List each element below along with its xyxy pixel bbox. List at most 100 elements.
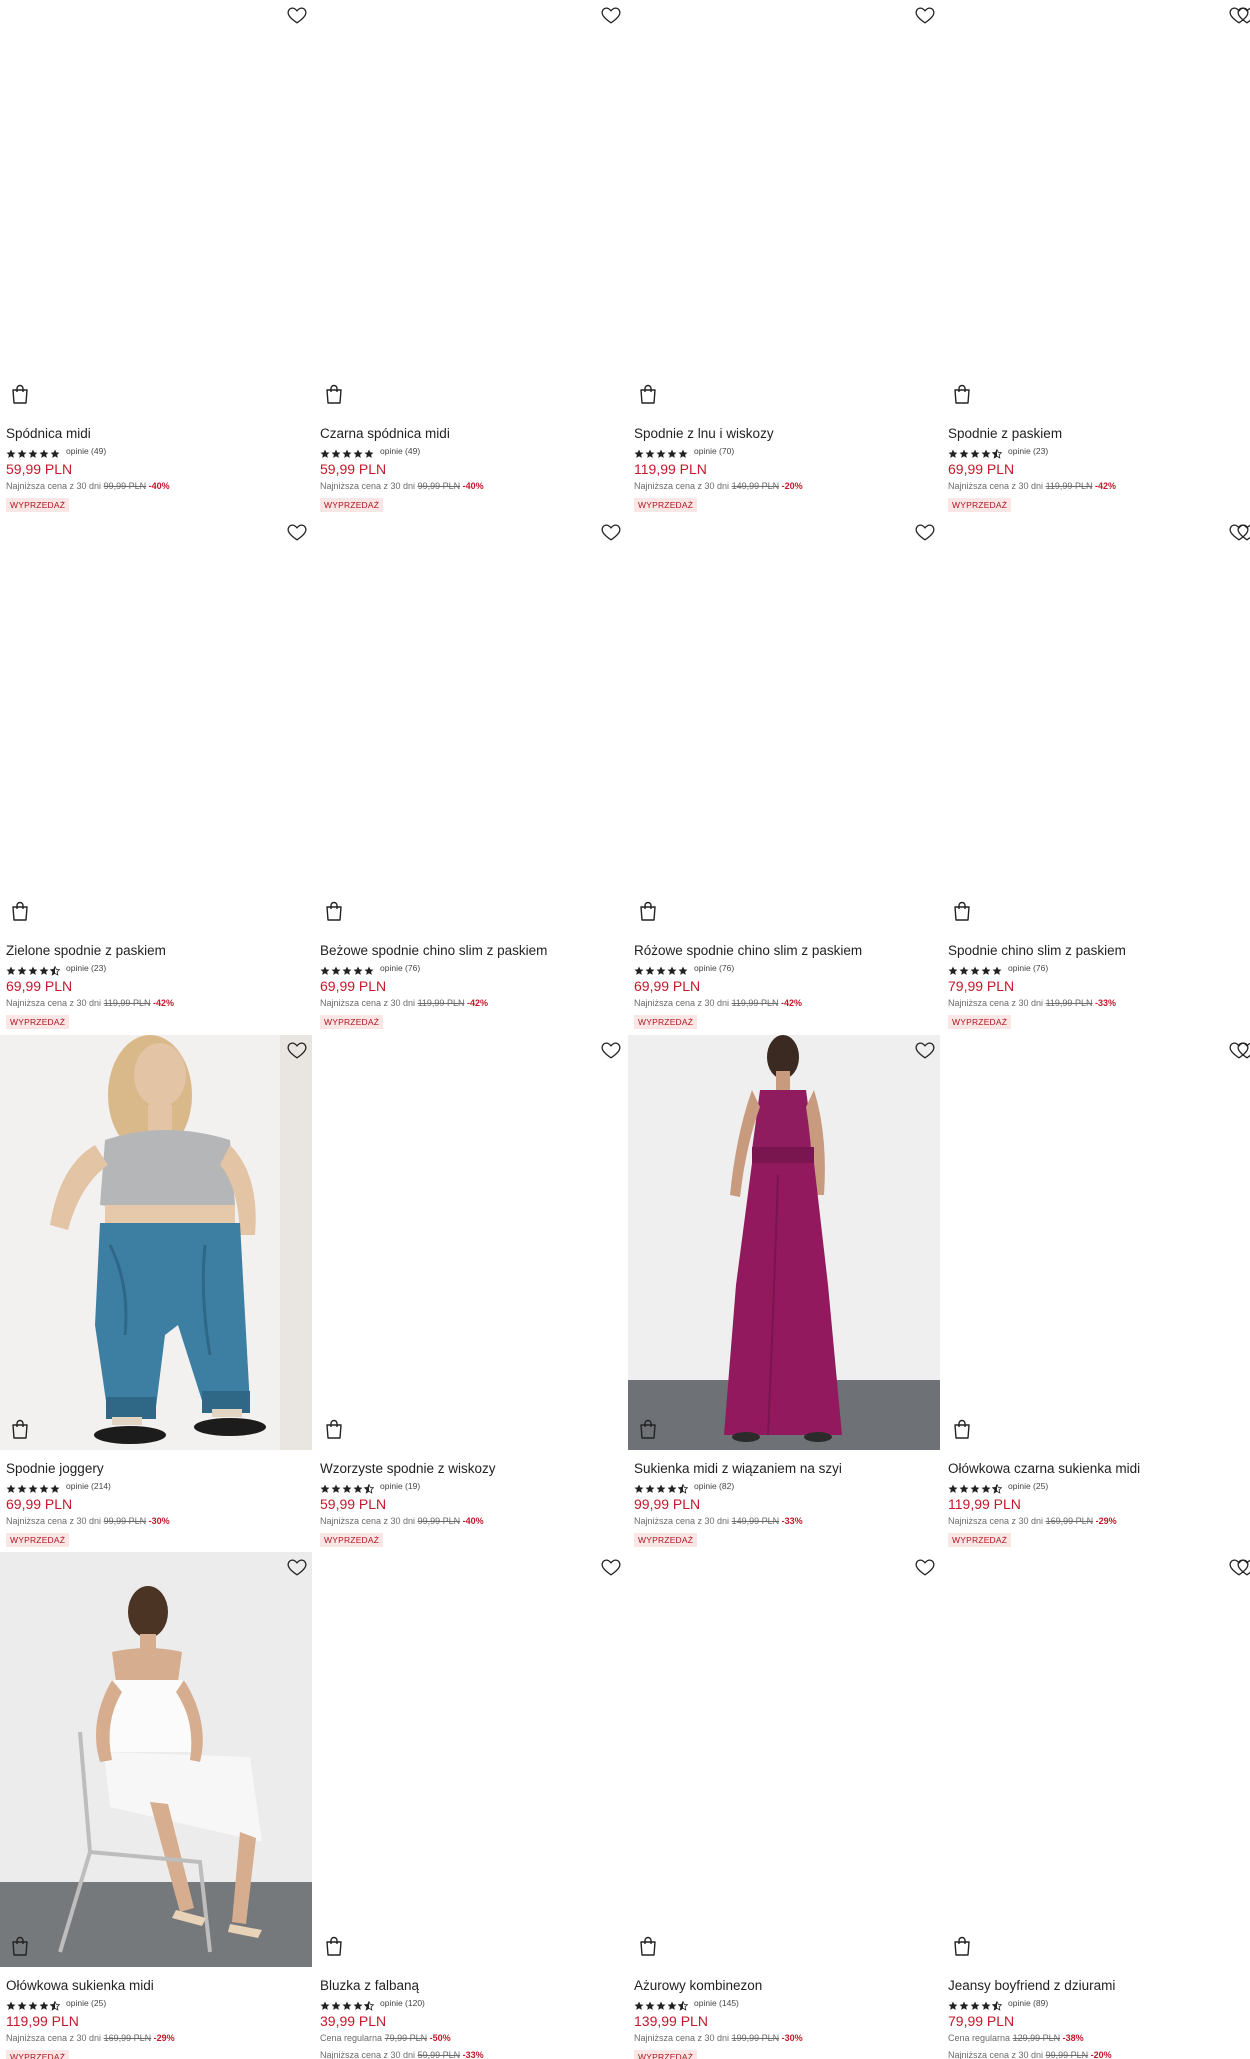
product-card[interactable]: Wzorzyste spodnie z wiskozy opinie (19) 59… — [314, 1035, 626, 1548]
shopping-bag-icon[interactable] — [952, 900, 972, 922]
product-image[interactable] — [628, 1035, 940, 1450]
product-card[interactable]: Zielone spodnie z paskiem opinie (23) 69,9… — [0, 517, 312, 1030]
product-card[interactable]: Spodnie chino slim z paskiem opinie (76) 7… — [942, 517, 1250, 1030]
product-name[interactable]: Spódnica midi — [6, 425, 306, 442]
product-image[interactable] — [314, 1552, 626, 1967]
price-history-label: Najniższa cena z 30 dni — [320, 481, 416, 491]
shopping-bag-icon[interactable] — [324, 1418, 344, 1440]
shopping-bag-icon[interactable] — [10, 1418, 30, 1440]
star-icon — [678, 963, 688, 975]
heart-icon[interactable] — [600, 4, 622, 26]
product-card[interactable]: Spodnie z lnu i wiskozy opinie (70) 119,99… — [628, 0, 940, 513]
shopping-bag-icon[interactable] — [638, 900, 658, 922]
heart-icon[interactable] — [1236, 521, 1250, 543]
heart-icon[interactable] — [1236, 1039, 1250, 1061]
product-name[interactable]: Beżowe spodnie chino slim z paskiem — [320, 942, 620, 959]
rating-stars — [948, 1998, 1003, 2011]
heart-icon[interactable] — [286, 1556, 308, 1578]
shopping-bag-icon[interactable] — [324, 900, 344, 922]
product-name[interactable]: Spodnie chino slim z paskiem — [948, 942, 1248, 959]
product-card[interactable]: Ażurowy kombinezon opinie (145) 139,99 PLN… — [628, 1552, 940, 2059]
heart-icon[interactable] — [914, 1556, 936, 1578]
heart-icon[interactable] — [1236, 4, 1250, 26]
shopping-bag-icon[interactable] — [324, 1935, 344, 1957]
product-card[interactable]: Ołówkowa czarna sukienka midi opinie (25)… — [942, 1035, 1250, 1548]
star-icon — [320, 1998, 330, 2010]
price-history-label: Najniższa cena z 30 dni — [6, 998, 102, 1008]
heart-icon[interactable] — [914, 4, 936, 26]
product-card[interactable]: Spodnie z paskiem opinie (23) 69,99 PLN Naj… — [942, 0, 1250, 513]
product-image[interactable] — [314, 1035, 626, 1450]
heart-icon[interactable] — [600, 1556, 622, 1578]
product-info: Różowe spodnie chino slim z paskiem opini… — [628, 942, 940, 1030]
heart-icon[interactable] — [914, 1039, 936, 1061]
product-name[interactable]: Ołówkowa sukienka midi — [6, 1977, 306, 1994]
heart-icon[interactable] — [286, 521, 308, 543]
old-price: 169,99 PLN — [1045, 1516, 1094, 1526]
product-image[interactable] — [0, 517, 312, 932]
heart-icon[interactable] — [286, 1039, 308, 1061]
discount-percent: -33% — [781, 1516, 803, 1526]
product-card[interactable]: Czarna spódnica midi opinie (49) 59,99 PLN… — [314, 0, 626, 513]
product-image[interactable] — [628, 0, 940, 415]
product-name[interactable]: Spodnie joggery — [6, 1460, 306, 1477]
product-image[interactable] — [942, 0, 1250, 415]
product-name[interactable]: Jeansy boyfriend z dziurami — [948, 1977, 1248, 1994]
product-name[interactable]: Zielone spodnie z paskiem — [6, 942, 306, 959]
product-name[interactable]: Bluzka z falbaną — [320, 1977, 620, 1994]
price-history-label: Najniższa cena z 30 dni — [634, 2033, 730, 2043]
product-name[interactable]: Ażurowy kombinezon — [634, 1977, 934, 1994]
product-card[interactable]: Sukienka midi z wiązaniem na szyi opinie … — [628, 1035, 940, 1548]
product-card[interactable]: Spodnie joggery opinie (214) 69,99 PLN Najn… — [0, 1035, 312, 1548]
price-history-label: Najniższa cena z 30 dni — [948, 481, 1044, 491]
product-name[interactable]: Czarna spódnica midi — [320, 425, 620, 442]
product-card[interactable]: Jeansy boyfriend z dziurami opinie (89) 79… — [942, 1552, 1250, 2059]
shopping-bag-icon[interactable] — [10, 383, 30, 405]
star-icon — [342, 446, 352, 458]
product-name[interactable]: Ołówkowa czarna sukienka midi — [948, 1460, 1248, 1477]
product-image[interactable] — [314, 517, 626, 932]
product-card[interactable]: Ołówkowa sukienka midi opinie (25) 119,99 … — [0, 1552, 312, 2059]
product-image[interactable] — [0, 1552, 312, 1967]
product-image[interactable] — [314, 0, 626, 415]
product-image[interactable] — [942, 1552, 1250, 1967]
old-price: 119,99 PLN — [103, 998, 151, 1008]
heart-icon[interactable] — [1236, 1556, 1250, 1578]
product-image[interactable] — [628, 517, 940, 932]
shopping-bag-icon[interactable] — [10, 900, 30, 922]
product-name[interactable]: Różowe spodnie chino slim z paskiem — [634, 942, 934, 959]
product-info: Spodnie z paskiem opinie (23) 69,99 PLN Naj… — [942, 425, 1250, 513]
product-name[interactable]: Spodnie z paskiem — [948, 425, 1248, 442]
star-icon — [656, 1998, 666, 2010]
heart-icon[interactable] — [600, 1039, 622, 1061]
product-card[interactable]: Beżowe spodnie chino slim z paskiem opini… — [314, 517, 626, 1030]
old-price: 149,99 PLN — [731, 1516, 780, 1526]
shopping-bag-icon[interactable] — [952, 1935, 972, 1957]
price-history-label: Najniższa cena z 30 dni — [948, 1516, 1044, 1526]
shopping-bag-icon[interactable] — [10, 1935, 30, 1957]
product-image[interactable] — [628, 1552, 940, 1967]
product-info: Beżowe spodnie chino slim z paskiem opini… — [314, 942, 626, 1030]
product-image[interactable] — [942, 517, 1250, 932]
product-image[interactable] — [0, 1035, 312, 1450]
product-rating: opinie (76) — [948, 961, 1248, 975]
product-name[interactable]: Sukienka midi z wiązaniem na szyi — [634, 1460, 934, 1477]
shopping-bag-icon[interactable] — [952, 1418, 972, 1440]
shopping-bag-icon[interactable] — [952, 383, 972, 405]
product-card[interactable]: Różowe spodnie chino slim z paskiem opini… — [628, 517, 940, 1030]
heart-icon[interactable] — [600, 521, 622, 543]
shopping-bag-icon[interactable] — [638, 383, 658, 405]
star-icon — [353, 1998, 363, 2010]
shopping-bag-icon[interactable] — [324, 383, 344, 405]
product-card[interactable]: Bluzka z falbaną opinie (120) 39,99 PLN Cen… — [314, 1552, 626, 2059]
heart-icon[interactable] — [286, 4, 308, 26]
star-icon — [677, 1998, 689, 2011]
shopping-bag-icon[interactable] — [638, 1935, 658, 1957]
product-card[interactable]: Spódnica midi opinie (49) 59,99 PLN Najniżs… — [0, 0, 312, 513]
product-name[interactable]: Spodnie z lnu i wiskozy — [634, 425, 934, 442]
product-name[interactable]: Wzorzyste spodnie z wiskozy — [320, 1460, 620, 1477]
heart-icon[interactable] — [914, 521, 936, 543]
shopping-bag-icon[interactable] — [638, 1418, 658, 1440]
product-image[interactable] — [942, 1035, 1250, 1450]
product-image[interactable] — [0, 0, 312, 415]
